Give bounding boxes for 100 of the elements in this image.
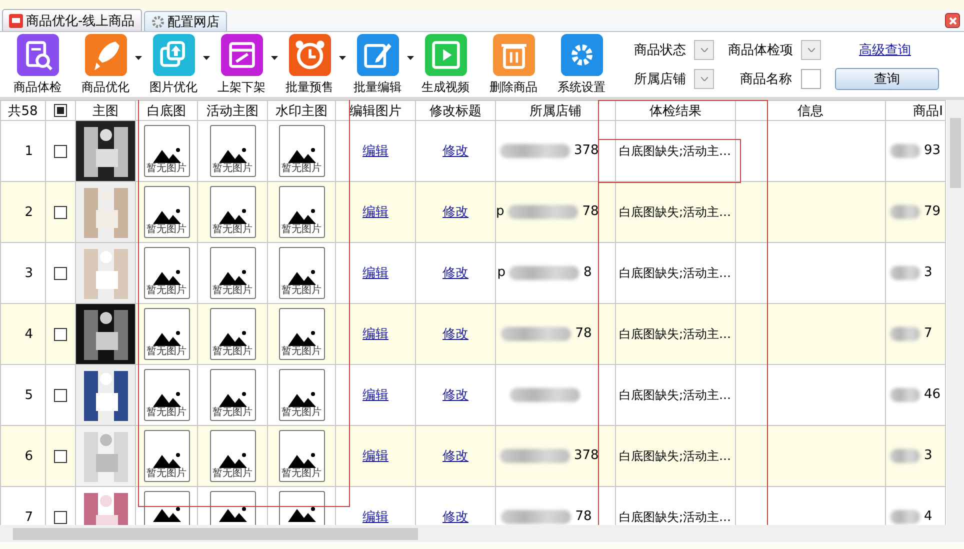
edit-link[interactable]: 编辑 [362,205,388,220]
name-input[interactable] [801,68,821,88]
store-cell: 378 [496,120,616,182]
filter-label: 商品名称 [739,70,793,88]
mountain-icon [288,391,316,407]
tab[interactable]: 商品优化-线上商品 [2,9,142,31]
modify-link[interactable]: 修改 [442,327,468,342]
advanced-search-link[interactable]: 高级查询 [859,40,939,58]
placeholder-text: 暂无图片 [146,163,186,174]
horizontal-scrollbar[interactable] [0,525,964,542]
row-count: 共58 [0,100,46,120]
mountain-icon [152,330,180,346]
toolbar-button[interactable]: 批量编辑 [348,34,408,96]
placeholder-text: 暂无图片 [146,468,186,479]
mountain-icon [218,452,246,468]
query-button[interactable]: 查询 [835,68,939,90]
column-header: 信息 [736,100,886,120]
modify-link[interactable]: 修改 [442,449,468,464]
chevron-icon [808,48,814,52]
dropdown-arrow-icon[interactable] [271,56,278,60]
edit-link[interactable]: 编辑 [362,449,388,464]
row-checkbox[interactable] [54,388,67,402]
mountain-icon [152,147,180,163]
column-header: 活动主图 [198,100,268,120]
row-checkbox[interactable] [54,450,67,462]
row-checkbox[interactable] [54,144,67,158]
row-checkbox[interactable] [54,266,67,280]
modify-link[interactable]: 修改 [442,510,468,525]
column-header: 修改标题 [416,100,496,120]
toolbar-button[interactable]: 删除商品 [484,34,544,96]
product-id-cell: 3 [886,426,946,486]
mountain-icon [288,506,316,522]
toolbar-button[interactable]: 生成视频 [416,34,476,96]
toolbar-button[interactable]: 系统设置 [552,34,612,96]
placeholder-text: 暂无图片 [282,346,322,357]
edit-link[interactable]: 编辑 [362,327,388,342]
placeholder-text: 暂无图片 [282,163,322,174]
filter-label: 商品状态 [634,42,686,58]
edit-link[interactable]: 编辑 [362,510,388,525]
column-header: 主图 [76,100,136,120]
select-all-checkbox[interactable] [54,104,67,117]
check-item-dropdown[interactable] [801,40,821,60]
column-header: 白底图 [136,100,198,120]
store-cell: 378 [496,426,616,486]
modify-link[interactable]: 修改 [442,266,468,281]
check-result: 白底图缺失;活动主… [616,120,736,182]
edit-link[interactable]: 编辑 [362,388,388,403]
toolbar-button[interactable]: 批量预售 [280,34,340,96]
store-cell: p 8 [496,242,616,304]
tab[interactable]: 配置网店 [144,11,227,31]
placeholder-text: 暂无图片 [146,224,186,235]
row-checkbox[interactable] [54,510,67,524]
dropdown-arrow-icon[interactable] [203,56,210,60]
mountain-icon [218,208,246,224]
modify-link[interactable]: 修改 [442,388,468,403]
placeholder-text: 暂无图片 [282,468,322,479]
placeholder-text: 暂无图片 [146,346,186,357]
column-header: 体检结果 [616,100,736,120]
mountain-icon [218,330,246,346]
placeholder-text: 暂无图片 [146,285,186,296]
dropdown-arrow-icon[interactable] [135,56,142,60]
close-icon [948,16,956,24]
chevron-icon [700,76,708,80]
mountain-icon [218,506,246,522]
store-cell: 78 [496,304,616,364]
toolbar-button[interactable]: 商品体检 [8,34,68,96]
vertical-scrollbar[interactable] [947,100,964,525]
edit-link[interactable]: 编辑 [362,266,388,281]
product-id-cell: 3 [886,242,946,304]
placeholder-text: 暂无图片 [212,163,252,174]
mountain-icon [218,147,246,163]
placeholder-text: 暂无图片 [282,407,322,418]
product-id-cell: 93 [886,120,946,182]
mountain-icon [152,506,180,522]
mountain-icon [152,452,180,468]
close-button[interactable] [945,13,960,28]
toolbar-button[interactable]: 商品优化 [76,34,136,96]
mountain-icon [152,269,180,285]
mountain-icon [152,208,180,224]
row-checkbox[interactable] [54,328,67,340]
filter-label: 所属店铺 [634,70,686,88]
mountain-icon [288,452,316,468]
toolbar-button[interactable]: 上架下架 [212,34,272,96]
column-header: 编辑图片 [336,100,416,120]
dropdown-arrow-icon[interactable] [339,56,346,60]
dropdown-arrow-icon[interactable] [407,56,414,60]
store-cell: p 78 [496,182,616,242]
gear-icon [150,14,165,28]
toolbar-button[interactable]: 图片优化 [144,34,204,96]
placeholder-text: 暂无图片 [146,407,186,418]
edit-link[interactable]: 编辑 [362,144,388,159]
product-id-cell: 7 [886,304,946,364]
app-logo-icon [9,14,23,28]
mountain-icon [288,269,316,285]
modify-link[interactable]: 修改 [442,144,468,159]
row-checkbox[interactable] [54,206,67,218]
mountain-icon [288,208,316,224]
modify-link[interactable]: 修改 [442,205,468,220]
product-id-cell: 46 [886,364,946,426]
column-header: 商品I [886,100,946,120]
